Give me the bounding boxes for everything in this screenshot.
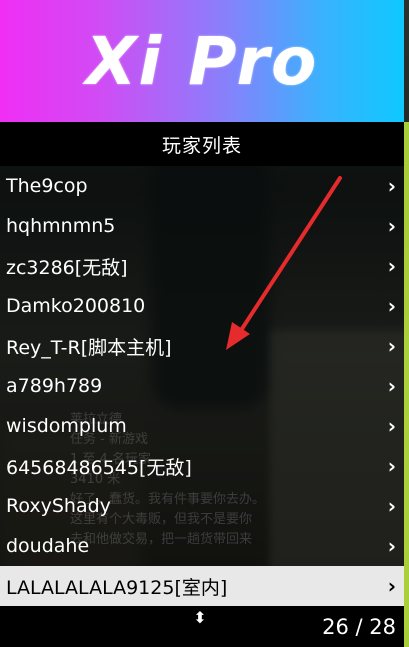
chevron-right-icon: › [387,334,396,358]
player-item[interactable]: wisdomplum › [0,406,404,446]
player-item[interactable]: Damko200810 › [0,286,404,326]
chevron-right-icon: › [387,374,396,398]
player-item[interactable]: doudahe › [0,526,404,566]
player-name: doudahe [6,535,90,557]
edge-highlight [404,122,409,647]
player-item[interactable]: a789h789 › [0,366,404,406]
page-counter: 26 / 28 [322,615,396,639]
chevron-right-icon: › [387,254,396,278]
player-name: Rey_T-R[脚本主机] [6,336,172,359]
chevron-right-icon: › [387,494,396,518]
player-item[interactable]: 64568486545[无敌] › [0,446,404,486]
chevron-right-icon: › [387,214,396,238]
player-name: Damko200810 [6,295,146,317]
player-name: LALALALALA9125[室内] [6,576,228,599]
menu-footer: ⬍ 26 / 28 [0,606,404,647]
player-item[interactable]: hqhmnmn5 › [0,206,404,246]
player-name: RoxyShady [6,495,111,517]
player-name: wisdomplum [6,415,127,437]
player-item[interactable]: The9cop › [0,166,404,206]
player-item[interactable]: zc3286[无敌] › [0,246,404,286]
chevron-right-icon: › [387,454,396,478]
chevron-right-icon: › [387,174,396,198]
player-name: 64568486545[无敌] [6,456,192,479]
menu-header: 玩家列表 [0,122,404,166]
player-name: hqhmnmn5 [6,215,116,237]
player-name: a789h789 [6,375,103,397]
player-name: zc3286[无敌] [6,256,128,279]
player-item[interactable]: Rey_T-R[脚本主机] › [0,326,404,366]
menu-banner: Xi Pro [0,0,404,122]
player-list: The9cop › hqhmnmn5 › zc3286[无敌] › Damko2… [0,166,404,606]
banner-title: Xi Pro [85,22,319,100]
chevron-right-icon: › [387,534,396,558]
menu-header-title: 玩家列表 [161,134,242,157]
chevron-right-icon: › [387,294,396,318]
player-item[interactable]: RoxyShady › [0,486,404,526]
player-name: The9cop [6,175,88,197]
up-down-icon[interactable]: ⬍ [191,610,209,626]
player-item-selected[interactable]: LALALALALA9125[室内] › [0,566,404,606]
chevron-right-icon: › [387,574,396,598]
chevron-right-icon: › [387,414,396,438]
